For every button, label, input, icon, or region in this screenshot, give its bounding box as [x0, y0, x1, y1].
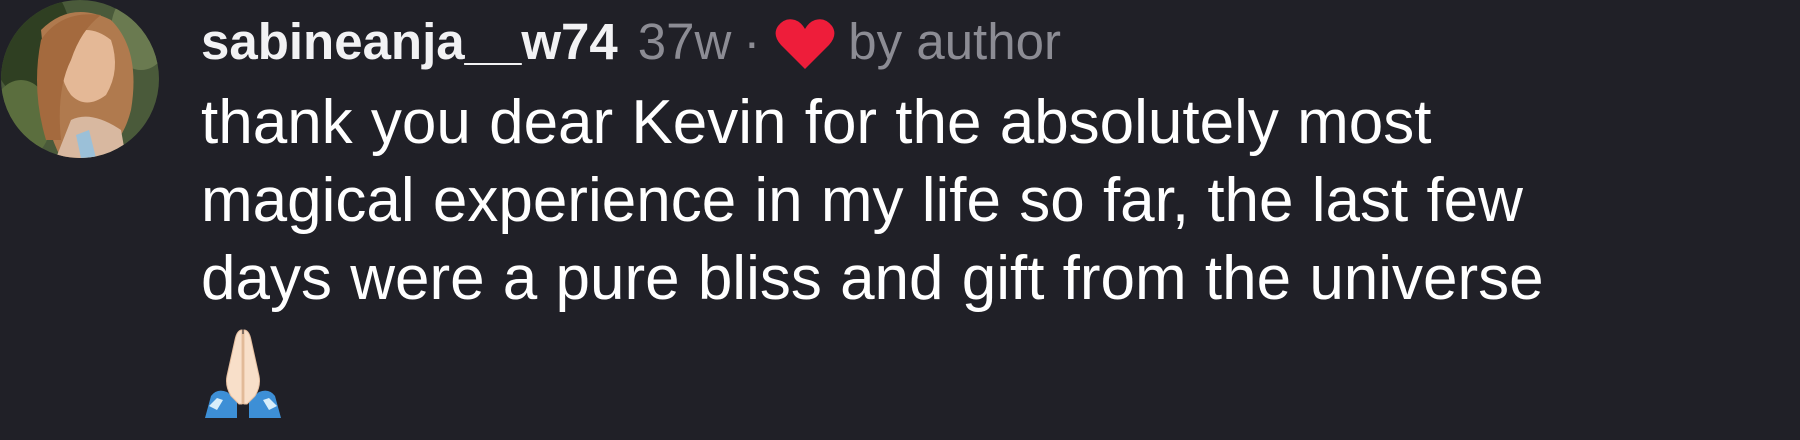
folded-hands-icon: [197, 326, 289, 418]
comment-text-line: thank you dear Kevin for the absolutely …: [201, 88, 1432, 157]
comment-text: thank you dear Kevin for the absolutely …: [201, 84, 1761, 318]
avatar[interactable]: [1, 0, 159, 158]
username[interactable]: sabineanja__w74: [201, 12, 618, 71]
liked-by-author-label: by author: [848, 12, 1061, 70]
heart-icon: [774, 17, 836, 71]
comment-text-line: days were a pure bliss and gift from the…: [201, 244, 1544, 313]
timestamp[interactable]: 37w: [638, 12, 732, 71]
comment-text-line: magical experience in my life so far, th…: [201, 166, 1523, 235]
comment-header: sabineanja__w74 37w · by author: [201, 6, 1761, 76]
comment-content: sabineanja__w74 37w · by author thank yo…: [201, 6, 1761, 418]
comment: sabineanja__w74 37w · by author thank yo…: [0, 0, 1800, 440]
avatar-photo: [1, 0, 159, 158]
separator-dot: ·: [743, 12, 761, 70]
